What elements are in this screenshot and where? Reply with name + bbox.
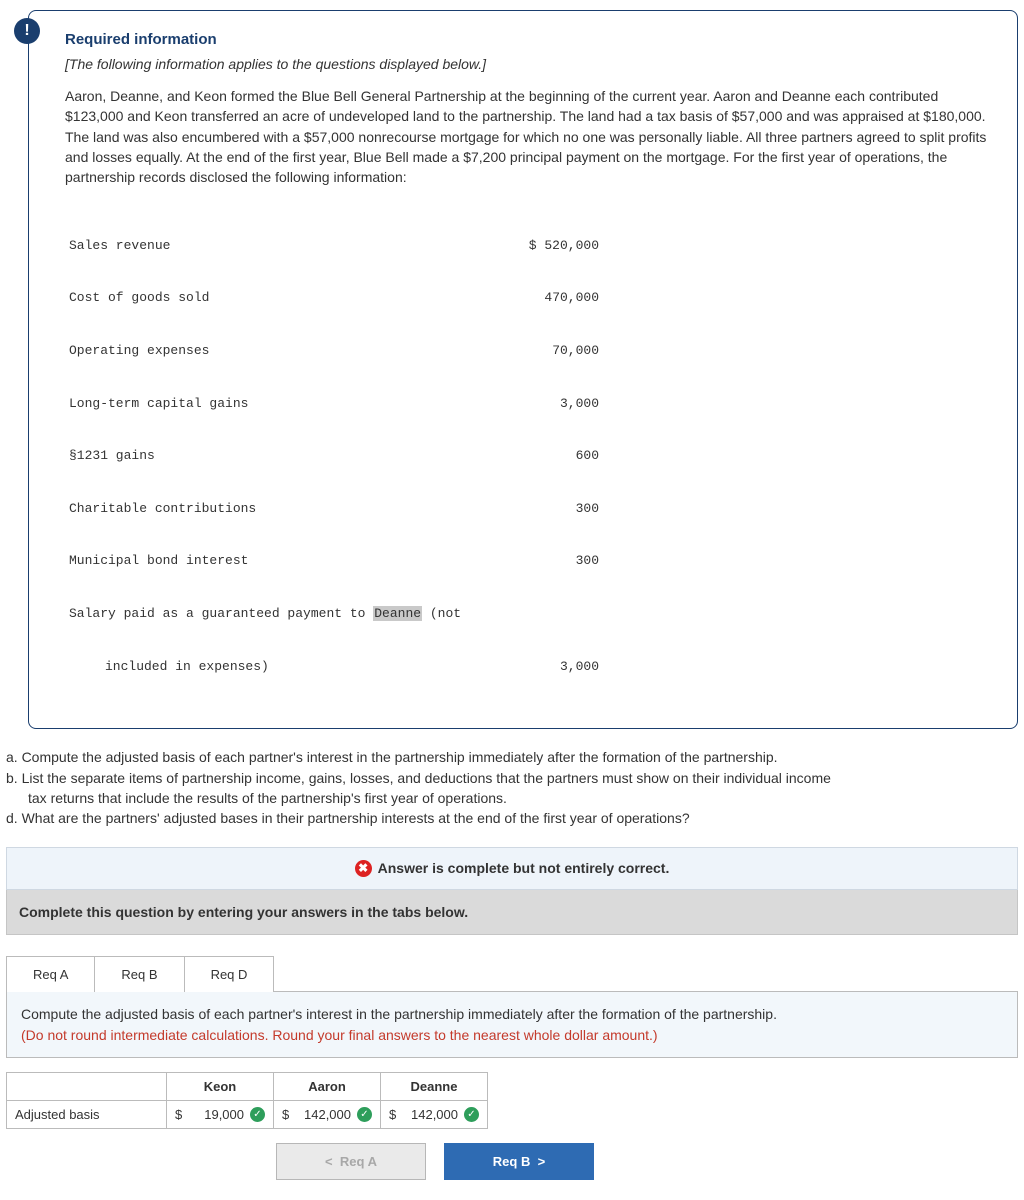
- table-row: Adjusted basis $ 19,000 ✓ $ 142,000 ✓ $ …: [7, 1100, 488, 1128]
- prev-label: Req A: [340, 1154, 377, 1169]
- scenario-text: Aaron, Deanne, and Keon formed the Blue …: [65, 86, 991, 187]
- value-keon: 19,000: [191, 1107, 246, 1122]
- cell-keon[interactable]: $ 19,000 ✓: [167, 1100, 274, 1128]
- col-deanne: Deanne: [381, 1072, 488, 1100]
- data-value: 300: [489, 552, 599, 570]
- currency-symbol: $: [282, 1107, 294, 1122]
- data-row: Sales revenue $ 520,000: [69, 237, 991, 255]
- prompt-note: (Do not round intermediate calculations.…: [21, 1027, 658, 1043]
- check-icon: ✓: [357, 1107, 372, 1122]
- data-row: Long-term capital gains 3,000: [69, 395, 991, 413]
- question-list: a. Compute the adjusted basis of each pa…: [6, 747, 1018, 828]
- check-icon: ✓: [250, 1107, 265, 1122]
- data-value: 300: [489, 500, 599, 518]
- question-d: d. What are the partners' adjusted bases…: [6, 808, 1018, 828]
- chevron-left-icon: <: [325, 1154, 333, 1169]
- data-value: $ 520,000: [489, 237, 599, 255]
- instruction-bar: Complete this question by entering your …: [6, 890, 1018, 935]
- data-value: [489, 605, 599, 623]
- required-heading: Required information: [65, 31, 991, 48]
- tabs-row: Req A Req B Req D: [6, 955, 1018, 992]
- tab-req-d[interactable]: Req D: [184, 956, 275, 992]
- highlight-deanne: Deanne: [373, 606, 422, 621]
- data-label: §1231 gains: [69, 447, 489, 465]
- data-value: 70,000: [489, 342, 599, 360]
- status-bar: ✖ Answer is complete but not entirely cor…: [6, 847, 1018, 891]
- row-label: Adjusted basis: [7, 1100, 167, 1128]
- data-row: included in expenses) 3,000: [69, 658, 991, 676]
- data-label: Operating expenses: [69, 342, 489, 360]
- col-keon: Keon: [167, 1072, 274, 1100]
- data-label: Municipal bond interest: [69, 552, 489, 570]
- col-aaron: Aaron: [274, 1072, 381, 1100]
- salary-prefix: Salary paid as a guaranteed payment to: [69, 606, 373, 621]
- tab-req-b[interactable]: Req B: [94, 956, 184, 992]
- currency-symbol: $: [175, 1107, 187, 1122]
- next-label: Req B: [493, 1154, 531, 1169]
- value-aaron: 142,000: [298, 1107, 353, 1122]
- data-row: Cost of goods sold 470,000: [69, 289, 991, 307]
- prev-button[interactable]: < Req A: [276, 1143, 426, 1180]
- currency-symbol: $: [389, 1107, 401, 1122]
- data-label: Charitable contributions: [69, 500, 489, 518]
- status-text: Answer is complete but not entirely corr…: [378, 860, 670, 876]
- nav-row: < Req A Req B >: [6, 1143, 1018, 1180]
- chevron-right-icon: >: [538, 1154, 546, 1169]
- data-value: 3,000: [489, 395, 599, 413]
- tab-req-a[interactable]: Req A: [6, 956, 95, 992]
- prompt-main: Compute the adjusted basis of each partn…: [21, 1006, 777, 1022]
- data-label: Sales revenue: [69, 237, 489, 255]
- question-a: a. Compute the adjusted basis of each pa…: [6, 747, 1018, 767]
- required-info-card: Required information [The following info…: [28, 10, 1018, 729]
- question-b-cont: tax returns that include the results of …: [6, 788, 1018, 808]
- alert-icon: !: [14, 18, 40, 44]
- data-label: included in expenses): [69, 658, 489, 676]
- salary-suffix: (not: [422, 606, 461, 621]
- financial-data-block: Sales revenue $ 520,000 Cost of goods so…: [65, 201, 991, 710]
- data-row: Charitable contributions 300: [69, 500, 991, 518]
- question-b: b. List the separate items of partnershi…: [6, 768, 1018, 788]
- check-icon: ✓: [464, 1107, 479, 1122]
- prompt-box: Compute the adjusted basis of each partn…: [6, 992, 1018, 1058]
- data-row: §1231 gains 600: [69, 447, 991, 465]
- answer-table: Keon Aaron Deanne Adjusted basis $ 19,00…: [6, 1072, 488, 1129]
- value-deanne: 142,000: [405, 1107, 460, 1122]
- blank-header: [7, 1072, 167, 1100]
- data-label: Salary paid as a guaranteed payment to D…: [69, 605, 489, 623]
- data-row: Salary paid as a guaranteed payment to D…: [69, 605, 991, 623]
- data-value: 470,000: [489, 289, 599, 307]
- data-value: 3,000: [489, 658, 599, 676]
- cell-deanne[interactable]: $ 142,000 ✓: [381, 1100, 488, 1128]
- data-label: Long-term capital gains: [69, 395, 489, 413]
- applies-note: [The following information applies to th…: [65, 56, 991, 72]
- data-row: Municipal bond interest 300: [69, 552, 991, 570]
- cell-aaron[interactable]: $ 142,000 ✓: [274, 1100, 381, 1128]
- data-row: Operating expenses 70,000: [69, 342, 991, 360]
- error-icon: ✖: [355, 860, 372, 877]
- next-button[interactable]: Req B >: [444, 1143, 594, 1180]
- data-value: 600: [489, 447, 599, 465]
- data-label: Cost of goods sold: [69, 289, 489, 307]
